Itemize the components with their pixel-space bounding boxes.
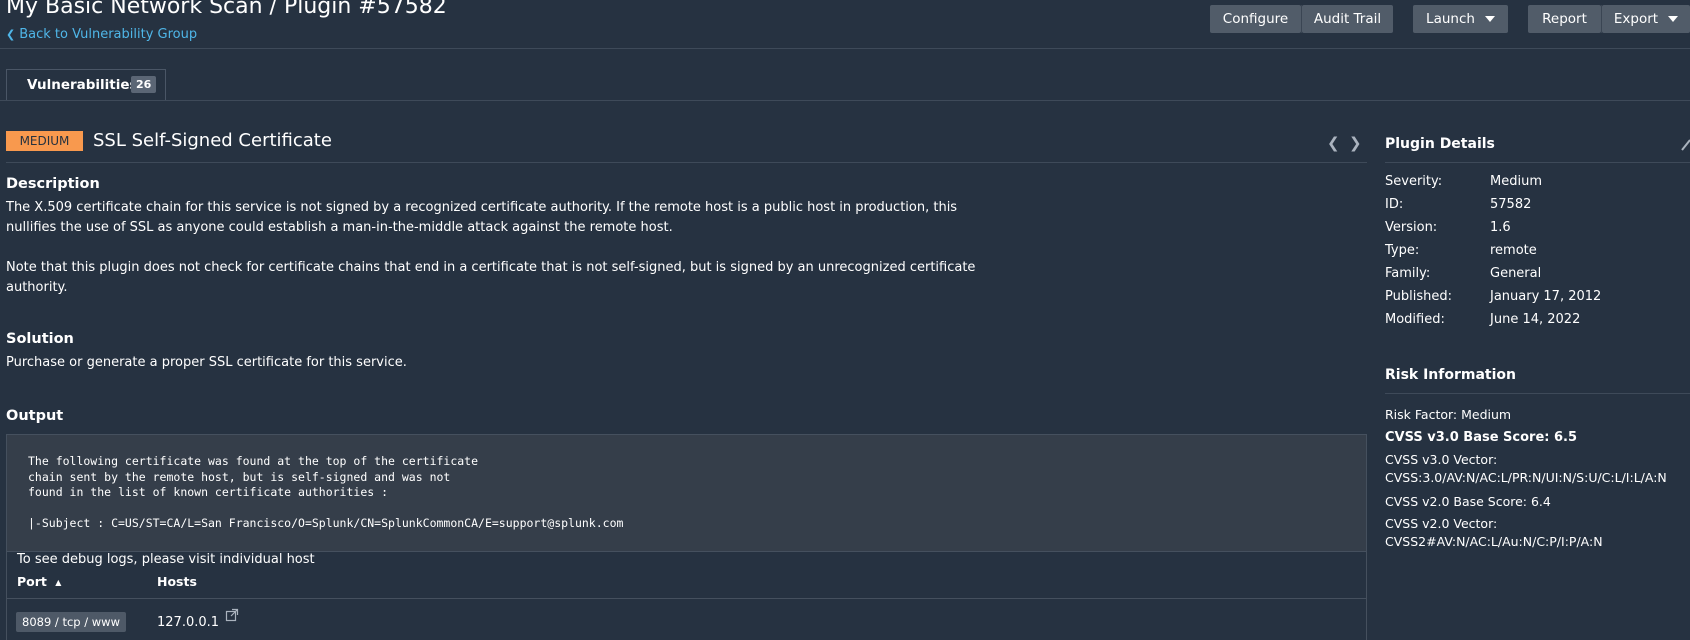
modified-label: Modified: [1385,312,1445,327]
description-line: The X.509 certificate chain for this ser… [6,200,958,215]
modified-value: June 14, 2022 [1490,312,1581,327]
description-line: nullifies the use of SSL as anyone could… [6,220,673,235]
cvss2-base-score: CVSS v2.0 Base Score: 6.4 [1385,494,1551,509]
tab-bar-divider [0,100,1690,101]
launch-label: Launch [1426,11,1475,27]
published-value: January 17, 2012 [1490,289,1602,304]
tab-label: Vulnerabilities [27,77,138,93]
version-value: 1.6 [1490,220,1511,235]
export-label: Export [1613,11,1659,27]
cvss3-vector-label: CVSS v3.0 Vector: [1385,452,1498,467]
chevron-left-icon: ❮ [6,28,16,41]
risk-information-heading: Risk Information [1385,367,1516,383]
risk-factor: Risk Factor: Medium [1385,407,1512,422]
cvss2-vector-label: CVSS v2.0 Vector: [1385,516,1498,531]
plugin-output: The following certificate was found at t… [28,454,624,530]
description-heading: Description [6,176,100,192]
description-line: Note that this plugin does not check for… [6,260,976,275]
header-divider [0,48,1690,49]
hosts-column-header: Hosts [157,574,197,589]
cvss2-vector: CVSS2#AV:N/AC:L/Au:N/C:P/I:P/A:N [1385,534,1603,549]
description-text: The X.509 certificate chain for this ser… [6,198,975,298]
previous-plugin-chevron-left-icon[interactable]: ❮ [1327,134,1340,152]
back-link-label: Back to Vulnerability Group [19,27,198,42]
export-button[interactable]: Export [1602,5,1690,33]
external-link-icon[interactable] [225,607,239,622]
debug-logs-note: To see debug logs, please visit individu… [17,552,315,567]
back-to-vulnerability-group-link[interactable]: ❮ Back to Vulnerability Group [6,27,197,42]
published-label: Published: [1385,289,1452,304]
severity-value: Medium [1490,174,1542,189]
host-link[interactable]: 127.0.0.1 [157,613,219,633]
tab-vulnerabilities[interactable]: Vulnerabilities 26 [6,69,166,100]
count-badge: 26 [131,76,157,93]
solution-text: Purchase or generate a proper SSL certif… [6,355,407,370]
version-label: Version: [1385,220,1438,235]
port-header-label: Port [17,574,47,589]
risk-information-divider [1385,393,1690,394]
output-box: The following certificate was found at t… [6,434,1367,552]
caret-down-icon [1484,16,1495,22]
pencil-icon[interactable] [1680,137,1690,151]
plugin-details-heading: Plugin Details [1385,136,1495,152]
output-heading: Output [6,408,64,424]
type-value: remote [1490,243,1537,258]
id-value: 57582 [1490,197,1532,212]
family-label: Family: [1385,266,1431,281]
caret-down-icon [1668,16,1679,22]
cvss3-base-score: CVSS v3.0 Base Score: 6.5 [1385,430,1578,445]
plugin-details-divider [1385,162,1690,163]
solution-heading: Solution [6,331,74,347]
table-header-divider [7,598,1366,599]
next-plugin-chevron-right-icon[interactable]: ❯ [1349,134,1362,152]
sort-asc-icon: ▲ [55,578,62,587]
port-column-header[interactable]: Port ▲ [17,574,61,589]
description-line: authority. [6,280,68,295]
port-badge[interactable]: 8089 / tcp / www [16,612,126,632]
report-button[interactable]: Report [1528,5,1601,33]
launch-button[interactable]: Launch [1413,5,1508,33]
audit-trail-button[interactable]: Audit Trail [1302,5,1393,33]
severity-label: Severity: [1385,174,1443,189]
plugin-name: SSL Self-Signed Certificate [93,130,332,151]
cvss3-vector: CVSS:3.0/AV:N/AC:L/PR:N/UI:N/S:U/C:L/I:L… [1385,470,1667,485]
page-title: My Basic Network Scan / Plugin #57582 [6,0,447,19]
type-label: Type: [1385,243,1420,258]
severity-badge: MEDIUM [6,131,83,151]
title-divider [6,162,1367,163]
configure-button[interactable]: Configure [1210,5,1301,33]
id-label: ID: [1385,197,1404,212]
family-value: General [1490,266,1542,281]
